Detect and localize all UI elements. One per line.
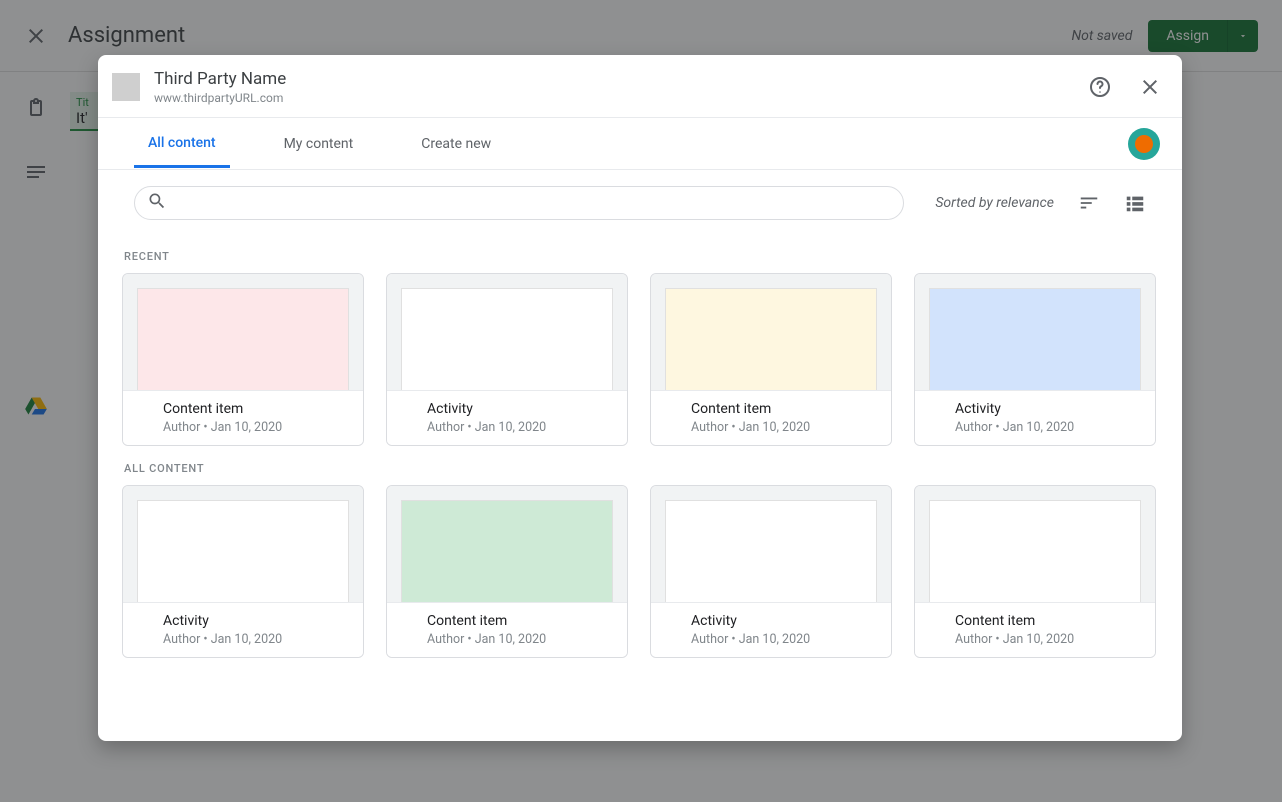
card-subtitle: Author • Jan 10, 2020 xyxy=(163,632,323,647)
section-recent-label: RECENT xyxy=(124,250,1158,263)
content-card[interactable]: Content item Author • Jan 10, 2020 xyxy=(914,485,1156,658)
card-title: Activity xyxy=(163,613,323,629)
card-meta: Activity Author • Jan 10, 2020 xyxy=(123,602,363,657)
card-thumb-wrap xyxy=(123,486,363,602)
dialog-header: Third Party Name www.thirdpartyURL.com xyxy=(98,55,1182,118)
search-icon xyxy=(147,191,167,215)
card-thumb xyxy=(665,500,877,602)
card-title: Activity xyxy=(691,613,851,629)
search-input[interactable] xyxy=(175,195,891,211)
tab-all-content[interactable]: All content xyxy=(134,119,230,168)
card-meta: Activity Author • Jan 10, 2020 xyxy=(651,602,891,657)
card-meta: Content item Author • Jan 10, 2020 xyxy=(123,390,363,445)
toolbar: Sorted by relevance xyxy=(98,170,1182,228)
content-card[interactable]: Activity Author • Jan 10, 2020 xyxy=(650,485,892,658)
content-card[interactable]: Content item Author • Jan 10, 2020 xyxy=(386,485,628,658)
card-subtitle: Author • Jan 10, 2020 xyxy=(163,420,323,435)
card-subtitle: Author • Jan 10, 2020 xyxy=(691,632,851,647)
card-title: Content item xyxy=(955,613,1115,629)
card-thumb-wrap xyxy=(123,274,363,390)
card-subtitle: Author • Jan 10, 2020 xyxy=(427,420,587,435)
card-meta: Activity Author • Jan 10, 2020 xyxy=(387,390,627,445)
list-view-icon[interactable] xyxy=(1124,192,1146,214)
card-title: Content item xyxy=(691,401,851,417)
card-thumb-wrap xyxy=(387,486,627,602)
card-title: Content item xyxy=(427,613,587,629)
avatar[interactable] xyxy=(1128,128,1160,160)
card-subtitle: Author • Jan 10, 2020 xyxy=(955,632,1115,647)
card-thumb xyxy=(137,500,349,602)
card-meta: Content item Author • Jan 10, 2020 xyxy=(651,390,891,445)
content-card[interactable]: Activity Author • Jan 10, 2020 xyxy=(122,485,364,658)
card-meta: Content item Author • Jan 10, 2020 xyxy=(387,602,627,657)
card-thumb xyxy=(137,288,349,390)
card-title: Content item xyxy=(163,401,323,417)
sort-icon[interactable] xyxy=(1078,192,1100,214)
picker-dialog: Third Party Name www.thirdpartyURL.com A… xyxy=(98,55,1182,741)
section-all-label: ALL CONTENT xyxy=(124,462,1158,475)
tabs: All content My content Create new xyxy=(98,118,1182,170)
content-card[interactable]: Content item Author • Jan 10, 2020 xyxy=(650,273,892,446)
card-thumb-wrap xyxy=(915,274,1155,390)
tab-my-content[interactable]: My content xyxy=(270,120,368,168)
tab-create-new[interactable]: Create new xyxy=(407,120,505,168)
card-thumb xyxy=(401,288,613,390)
card-thumb xyxy=(929,288,1141,390)
search-field[interactable] xyxy=(134,186,904,220)
card-thumb-wrap xyxy=(387,274,627,390)
card-thumb-wrap xyxy=(915,486,1155,602)
card-subtitle: Author • Jan 10, 2020 xyxy=(691,420,851,435)
content-area: RECENT Content item Author • Jan 10, 2020… xyxy=(98,228,1182,694)
help-icon[interactable] xyxy=(1088,75,1112,99)
provider-logo xyxy=(112,73,140,101)
card-thumb xyxy=(665,288,877,390)
card-subtitle: Author • Jan 10, 2020 xyxy=(427,632,587,647)
card-subtitle: Author • Jan 10, 2020 xyxy=(955,420,1115,435)
card-meta: Activity Author • Jan 10, 2020 xyxy=(915,390,1155,445)
card-thumb xyxy=(929,500,1141,602)
card-title: Activity xyxy=(427,401,587,417)
card-thumb-wrap xyxy=(651,274,891,390)
content-card[interactable]: Content item Author • Jan 10, 2020 xyxy=(122,273,364,446)
card-meta: Content item Author • Jan 10, 2020 xyxy=(915,602,1155,657)
card-thumb-wrap xyxy=(651,486,891,602)
content-card[interactable]: Activity Author • Jan 10, 2020 xyxy=(914,273,1156,446)
card-title: Activity xyxy=(955,401,1115,417)
card-thumb xyxy=(401,500,613,602)
close-dialog-icon[interactable] xyxy=(1138,75,1162,99)
provider-name: Third Party Name xyxy=(154,69,286,89)
content-card[interactable]: Activity Author • Jan 10, 2020 xyxy=(386,273,628,446)
provider-url: www.thirdpartyURL.com xyxy=(154,91,286,105)
sort-label: Sorted by relevance xyxy=(935,195,1054,211)
